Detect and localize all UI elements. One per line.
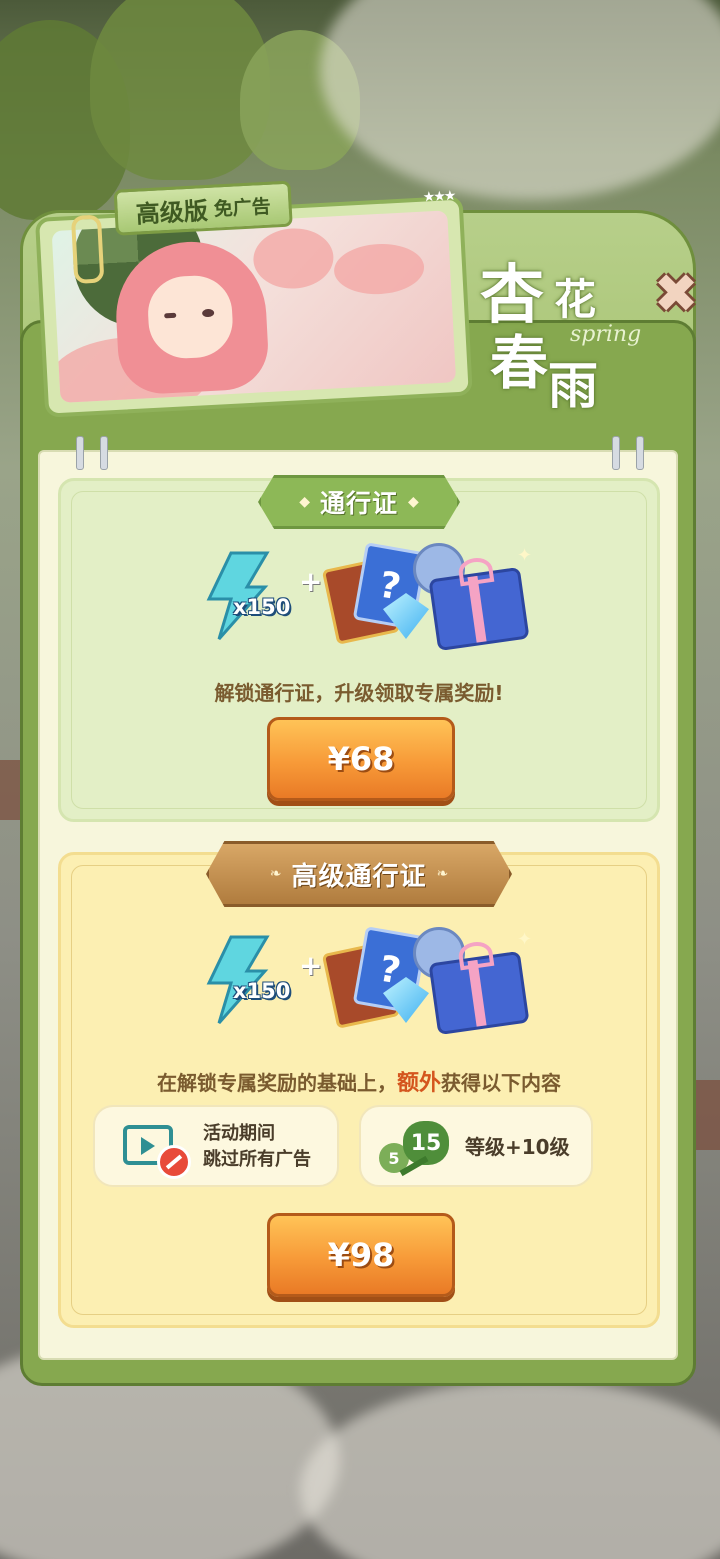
basic-pass-description: 解锁通行证，升级领取专属奖励! <box>214 681 504 705</box>
tag-premium-label: 高级版 <box>135 196 209 229</box>
description-prefix: 在解锁专属奖励的基础上， <box>156 1071 397 1095</box>
basic-pass-ribbon: ◆ 通行证 ◆ <box>258 475 460 529</box>
premium-pass-price: ¥98 <box>327 1236 395 1274</box>
buy-basic-pass-button[interactable]: ¥68 <box>267 717 455 801</box>
title-char: 花 <box>554 275 597 324</box>
buy-premium-pass-button[interactable]: ¥98 <box>267 1213 455 1297</box>
sparkle-icon: ✦ <box>517 929 533 950</box>
character-art <box>51 210 457 403</box>
energy-quantity: x150 <box>233 595 291 619</box>
title-char: 春 <box>490 329 549 397</box>
basic-pass-title: 通行证 <box>319 489 398 518</box>
binder-ring-icon <box>636 436 644 470</box>
perk-level-boost: 5 15 等级+10级 <box>359 1105 593 1187</box>
premium-tag: 高级版 免广告 <box>113 180 293 236</box>
basic-pass-card: ◆ 通行证 ◆ x150 + ? ✦ 解锁通行证，升级领取专属奖励! ¥68 <box>58 475 660 822</box>
binder-ring-icon <box>100 436 108 470</box>
energy-quantity: x150 <box>233 979 291 1003</box>
sparkle-icon: ✦ <box>517 545 533 566</box>
plus-sign: + <box>299 949 323 982</box>
event-title: 杏 花 春 雨 spring <box>480 244 670 415</box>
gift-box-icon <box>428 566 530 652</box>
premium-rewards: x150 + ? ✦ <box>201 926 541 1037</box>
basic-pass-price: ¥68 <box>327 740 395 778</box>
premium-pass-title: 高级通行证 <box>291 861 427 892</box>
binder-ring-icon <box>76 436 84 470</box>
title-latin: spring <box>570 322 642 347</box>
star-icon: ★★★ <box>422 188 455 206</box>
close-button[interactable]: ✖ <box>650 262 702 325</box>
paperclip-icon <box>70 214 105 284</box>
perk-ads-line2: 跳过所有广告 <box>203 1149 311 1170</box>
premium-banner: 高级版 免广告 ★★★ <box>34 178 473 424</box>
premium-pass-card: ❧ 高级通行证 ❧ x150 + ? ✦ 在解锁专属奖励的基础上，额外获得以下内… <box>58 841 660 1328</box>
basic-rewards: x150 + ? ✦ <box>201 542 541 653</box>
description-suffix: 获得以下内容 <box>441 1071 561 1095</box>
plus-sign: + <box>299 565 323 598</box>
no-ads-icon <box>157 1145 191 1179</box>
description-highlight: 额外 <box>396 1071 441 1096</box>
premium-pass-ribbon: ❧ 高级通行证 ❧ <box>206 841 512 907</box>
perk-level-text: 等级+10级 <box>465 1135 570 1159</box>
binder-ring-icon <box>612 436 620 470</box>
perk-ads-line1: 活动期间 <box>203 1123 275 1144</box>
title-char: 雨 <box>548 356 598 415</box>
tag-no-ads-label: 免广告 <box>213 195 272 221</box>
premium-pass-description: 在解锁专属奖励的基础上，额外获得以下内容 <box>61 1065 657 1097</box>
gift-box-icon <box>428 950 530 1036</box>
close-x-icon: ✖ <box>653 262 699 325</box>
perk-skip-ads: 活动期间 跳过所有广告 <box>93 1105 339 1187</box>
